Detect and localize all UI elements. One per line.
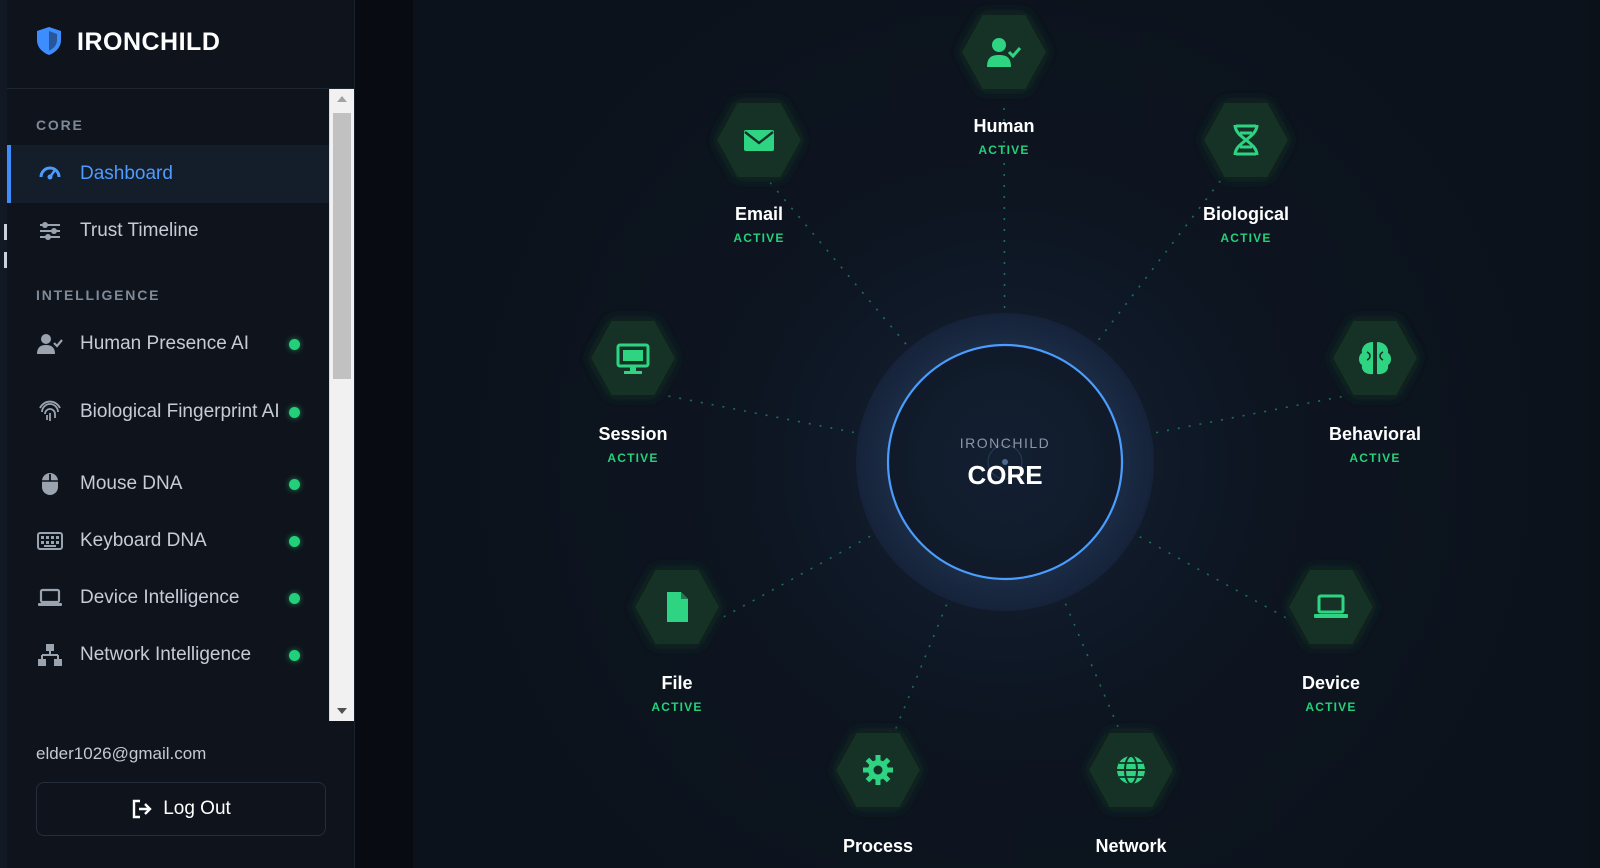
- module-name: Behavioral: [1328, 424, 1422, 444]
- sidebar-item-device-intelligence[interactable]: Device Intelligence: [7, 569, 329, 627]
- sidebar-item-trust-timeline[interactable]: Trust Timeline: [7, 202, 329, 260]
- sidebar-item-mouse-dna[interactable]: Mouse DNA: [7, 455, 329, 513]
- module-name: Process: [842, 836, 914, 856]
- sidebar-item-label: Dashboard: [80, 163, 173, 184]
- laptop-icon: [37, 585, 63, 611]
- gear-icon: [863, 755, 893, 785]
- module-status: ACTIVE: [1220, 231, 1272, 245]
- module-label-human: Human ACTIVE: [924, 116, 1084, 157]
- sidebar-item-label: Network Intelligence: [80, 644, 252, 665]
- logout-button[interactable]: Log Out: [36, 782, 326, 836]
- module-node-human[interactable]: [959, 13, 1049, 91]
- sidebar-item-label: Human Presence AI: [80, 333, 249, 354]
- panel-gap: [355, 0, 413, 868]
- sidebar-item-biological-fingerprint-ai[interactable]: Biological Fingerprint AI: [7, 372, 329, 452]
- module-node-biological[interactable]: [1201, 101, 1291, 179]
- module-name: Biological: [1202, 204, 1289, 224]
- module-node-email[interactable]: [714, 101, 804, 179]
- core-title: CORE: [967, 460, 1042, 490]
- module-name: Human: [973, 116, 1035, 136]
- user-email: elder1026@gmail.com: [36, 744, 207, 763]
- sliders-icon: [37, 218, 63, 244]
- envelope-icon: [744, 130, 774, 151]
- module-label-email: Email ACTIVE: [679, 204, 839, 245]
- scroll-down-arrow[interactable]: [330, 701, 354, 721]
- sidebar: IRONCHILD CORE Dashboard Trust Timeline …: [7, 0, 355, 868]
- module-status: ACTIVE: [733, 231, 785, 245]
- module-node-behavioral[interactable]: [1330, 319, 1420, 397]
- module-status: ACTIVE: [1349, 451, 1401, 465]
- module-label-file: File ACTIVE: [597, 673, 757, 714]
- module-label-device: Device ACTIVE: [1251, 673, 1411, 714]
- brand-name: IRONCHILD: [77, 28, 221, 56]
- module-node-device[interactable]: [1286, 568, 1376, 646]
- sidebar-item-network-intelligence[interactable]: Network Intelligence: [7, 626, 329, 684]
- globe-icon: [1117, 755, 1145, 785]
- status-dot: [289, 592, 300, 604]
- gauge-icon: [37, 161, 63, 187]
- scroll-up-arrow[interactable]: [330, 89, 354, 109]
- status-dot: [289, 406, 300, 418]
- status-dot: [289, 478, 300, 490]
- sidebar-menu: CORE Dashboard Trust Timeline INTELLIGEN…: [7, 89, 329, 721]
- sidebar-item-human-presence-ai[interactable]: Human Presence AI: [7, 315, 329, 373]
- module-label-behavioral: Behavioral ACTIVE: [1295, 424, 1455, 465]
- module-label-network: Network: [1051, 836, 1211, 863]
- module-name: Device: [1301, 673, 1361, 693]
- module-name: Email: [734, 204, 784, 224]
- section-label-core: CORE: [36, 117, 84, 133]
- module-label-session: Session ACTIVE: [553, 424, 713, 465]
- sidebar-item-label: Biological Fingerprint AI: [80, 401, 280, 422]
- fingerprint-icon: [37, 399, 63, 425]
- sidebar-item-dashboard[interactable]: Dashboard: [7, 145, 329, 203]
- module-node-process[interactable]: [833, 731, 923, 809]
- mouse-icon: [37, 471, 63, 497]
- sidebar-scrollbar[interactable]: [329, 89, 354, 721]
- module-status: ACTIVE: [978, 143, 1030, 157]
- brand-header: IRONCHILD: [7, 0, 354, 89]
- file-icon: [667, 592, 688, 622]
- network-icon: [37, 642, 63, 668]
- status-dot: [289, 649, 300, 661]
- status-dot: [289, 535, 300, 547]
- logout-icon: [132, 799, 152, 819]
- module-name: Network: [1095, 836, 1167, 856]
- core-caption: IRONCHILD: [960, 435, 1051, 451]
- module-node-network[interactable]: [1086, 731, 1176, 809]
- module-label-biological: Biological ACTIVE: [1166, 204, 1326, 245]
- module-label-process: Process: [798, 836, 958, 863]
- module-status: ACTIVE: [651, 700, 703, 714]
- module-status: ACTIVE: [607, 451, 659, 465]
- section-label-intelligence: INTELLIGENCE: [36, 287, 161, 303]
- status-dot: [289, 338, 300, 350]
- sidebar-item-label: Mouse DNA: [80, 473, 183, 494]
- module-node-session[interactable]: [588, 319, 678, 397]
- shield-icon: [37, 27, 61, 55]
- logout-label: Log Out: [163, 798, 231, 819]
- sidebar-item-label: Device Intelligence: [80, 587, 240, 608]
- sidebar-item-label: Trust Timeline: [80, 220, 199, 241]
- module-status: ACTIVE: [1305, 700, 1357, 714]
- main-content: IRONCHILD CORE Human ACTIVE Biological A…: [413, 0, 1600, 868]
- sidebar-item-label: Keyboard DNA: [80, 530, 207, 551]
- module-name: File: [661, 673, 693, 693]
- sidebar-item-keyboard-dna[interactable]: Keyboard DNA: [7, 512, 329, 570]
- module-node-file[interactable]: [632, 568, 722, 646]
- module-name: Session: [598, 424, 668, 444]
- window-edge: [0, 0, 7, 868]
- user-check-icon: [37, 331, 63, 357]
- keyboard-icon: [37, 528, 63, 554]
- scroll-thumb[interactable]: [333, 113, 351, 379]
